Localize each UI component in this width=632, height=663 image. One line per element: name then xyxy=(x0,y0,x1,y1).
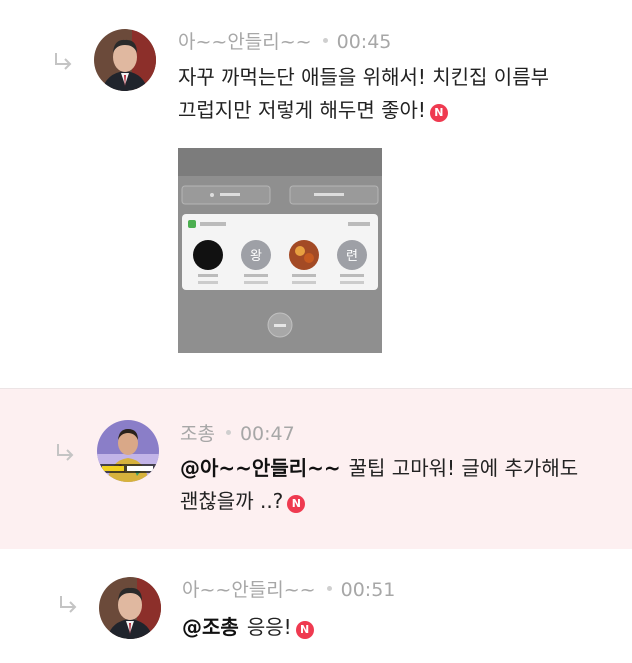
new-badge-icon: N xyxy=(287,495,306,513)
comment-line: 괜찮을까 ..? xyxy=(180,489,284,513)
author-name[interactable]: 아~~안들리~~ xyxy=(178,31,312,53)
author-name[interactable]: 조총 xyxy=(180,423,215,445)
attached-image[interactable]: 왕 련 xyxy=(178,148,382,353)
comment-line: 자꾸 까먹는단 애들을 위해서! 치킨집 이름부 xyxy=(178,65,550,89)
comment-item: 아~~안들리~~ 00:51 @조총 응응! N xyxy=(0,549,632,663)
timestamp: 00:47 xyxy=(239,423,295,445)
avatar[interactable] xyxy=(97,420,159,482)
reply-arrow-icon xyxy=(57,594,79,616)
comment-meta: 아~~안들리~~ 00:45 xyxy=(178,27,391,54)
new-badge-icon: N xyxy=(295,621,314,639)
comment-line: 끄럽지만 저렇게 해두면 좋아! xyxy=(178,98,426,122)
reply-arrow-icon xyxy=(54,442,76,464)
avatar[interactable] xyxy=(94,29,156,91)
separator-dot xyxy=(225,430,231,435)
svg-text:왕: 왕 xyxy=(250,249,262,264)
comment-item: 조총 00:47 @아~~안들리~~ 꿀팁 고마워! 글에 추가해도 괜찮을까 ..… xyxy=(0,388,632,550)
comment-meta: 조총 00:47 xyxy=(180,419,295,446)
author-name[interactable]: 아~~안들리~~ xyxy=(182,579,316,601)
separator-dot xyxy=(322,38,328,43)
avatar[interactable] xyxy=(99,577,161,639)
timestamp: 00:51 xyxy=(340,579,396,601)
svg-text:련: 련 xyxy=(346,249,358,264)
comment-item: 아~~안들리~~ 00:45 자꾸 까먹는단 애들을 위해서! 치킨집 이름부 끄… xyxy=(0,0,632,388)
mention-link[interactable]: @조총 xyxy=(182,615,239,639)
separator-dot xyxy=(326,586,332,591)
comment-line: 응응! xyxy=(246,615,292,639)
new-badge-icon: N xyxy=(429,104,448,122)
reply-arrow-icon xyxy=(52,51,74,73)
comment-meta: 아~~안들리~~ 00:51 xyxy=(182,575,395,602)
mention-link[interactable]: @아~~안들리~~ xyxy=(180,456,341,480)
comment-text: @조총 응응! N xyxy=(182,611,602,644)
comment-text: 자꾸 까먹는단 애들을 위해서! 치킨집 이름부 끄럽지만 저렇게 해두면 좋아… xyxy=(178,61,608,127)
timestamp: 00:45 xyxy=(336,31,392,53)
comment-line: 꿀팁 고마워! 글에 추가해도 xyxy=(348,456,579,480)
comment-text: @아~~안들리~~ 꿀팁 고마워! 글에 추가해도 괜찮을까 ..? N xyxy=(180,452,610,518)
